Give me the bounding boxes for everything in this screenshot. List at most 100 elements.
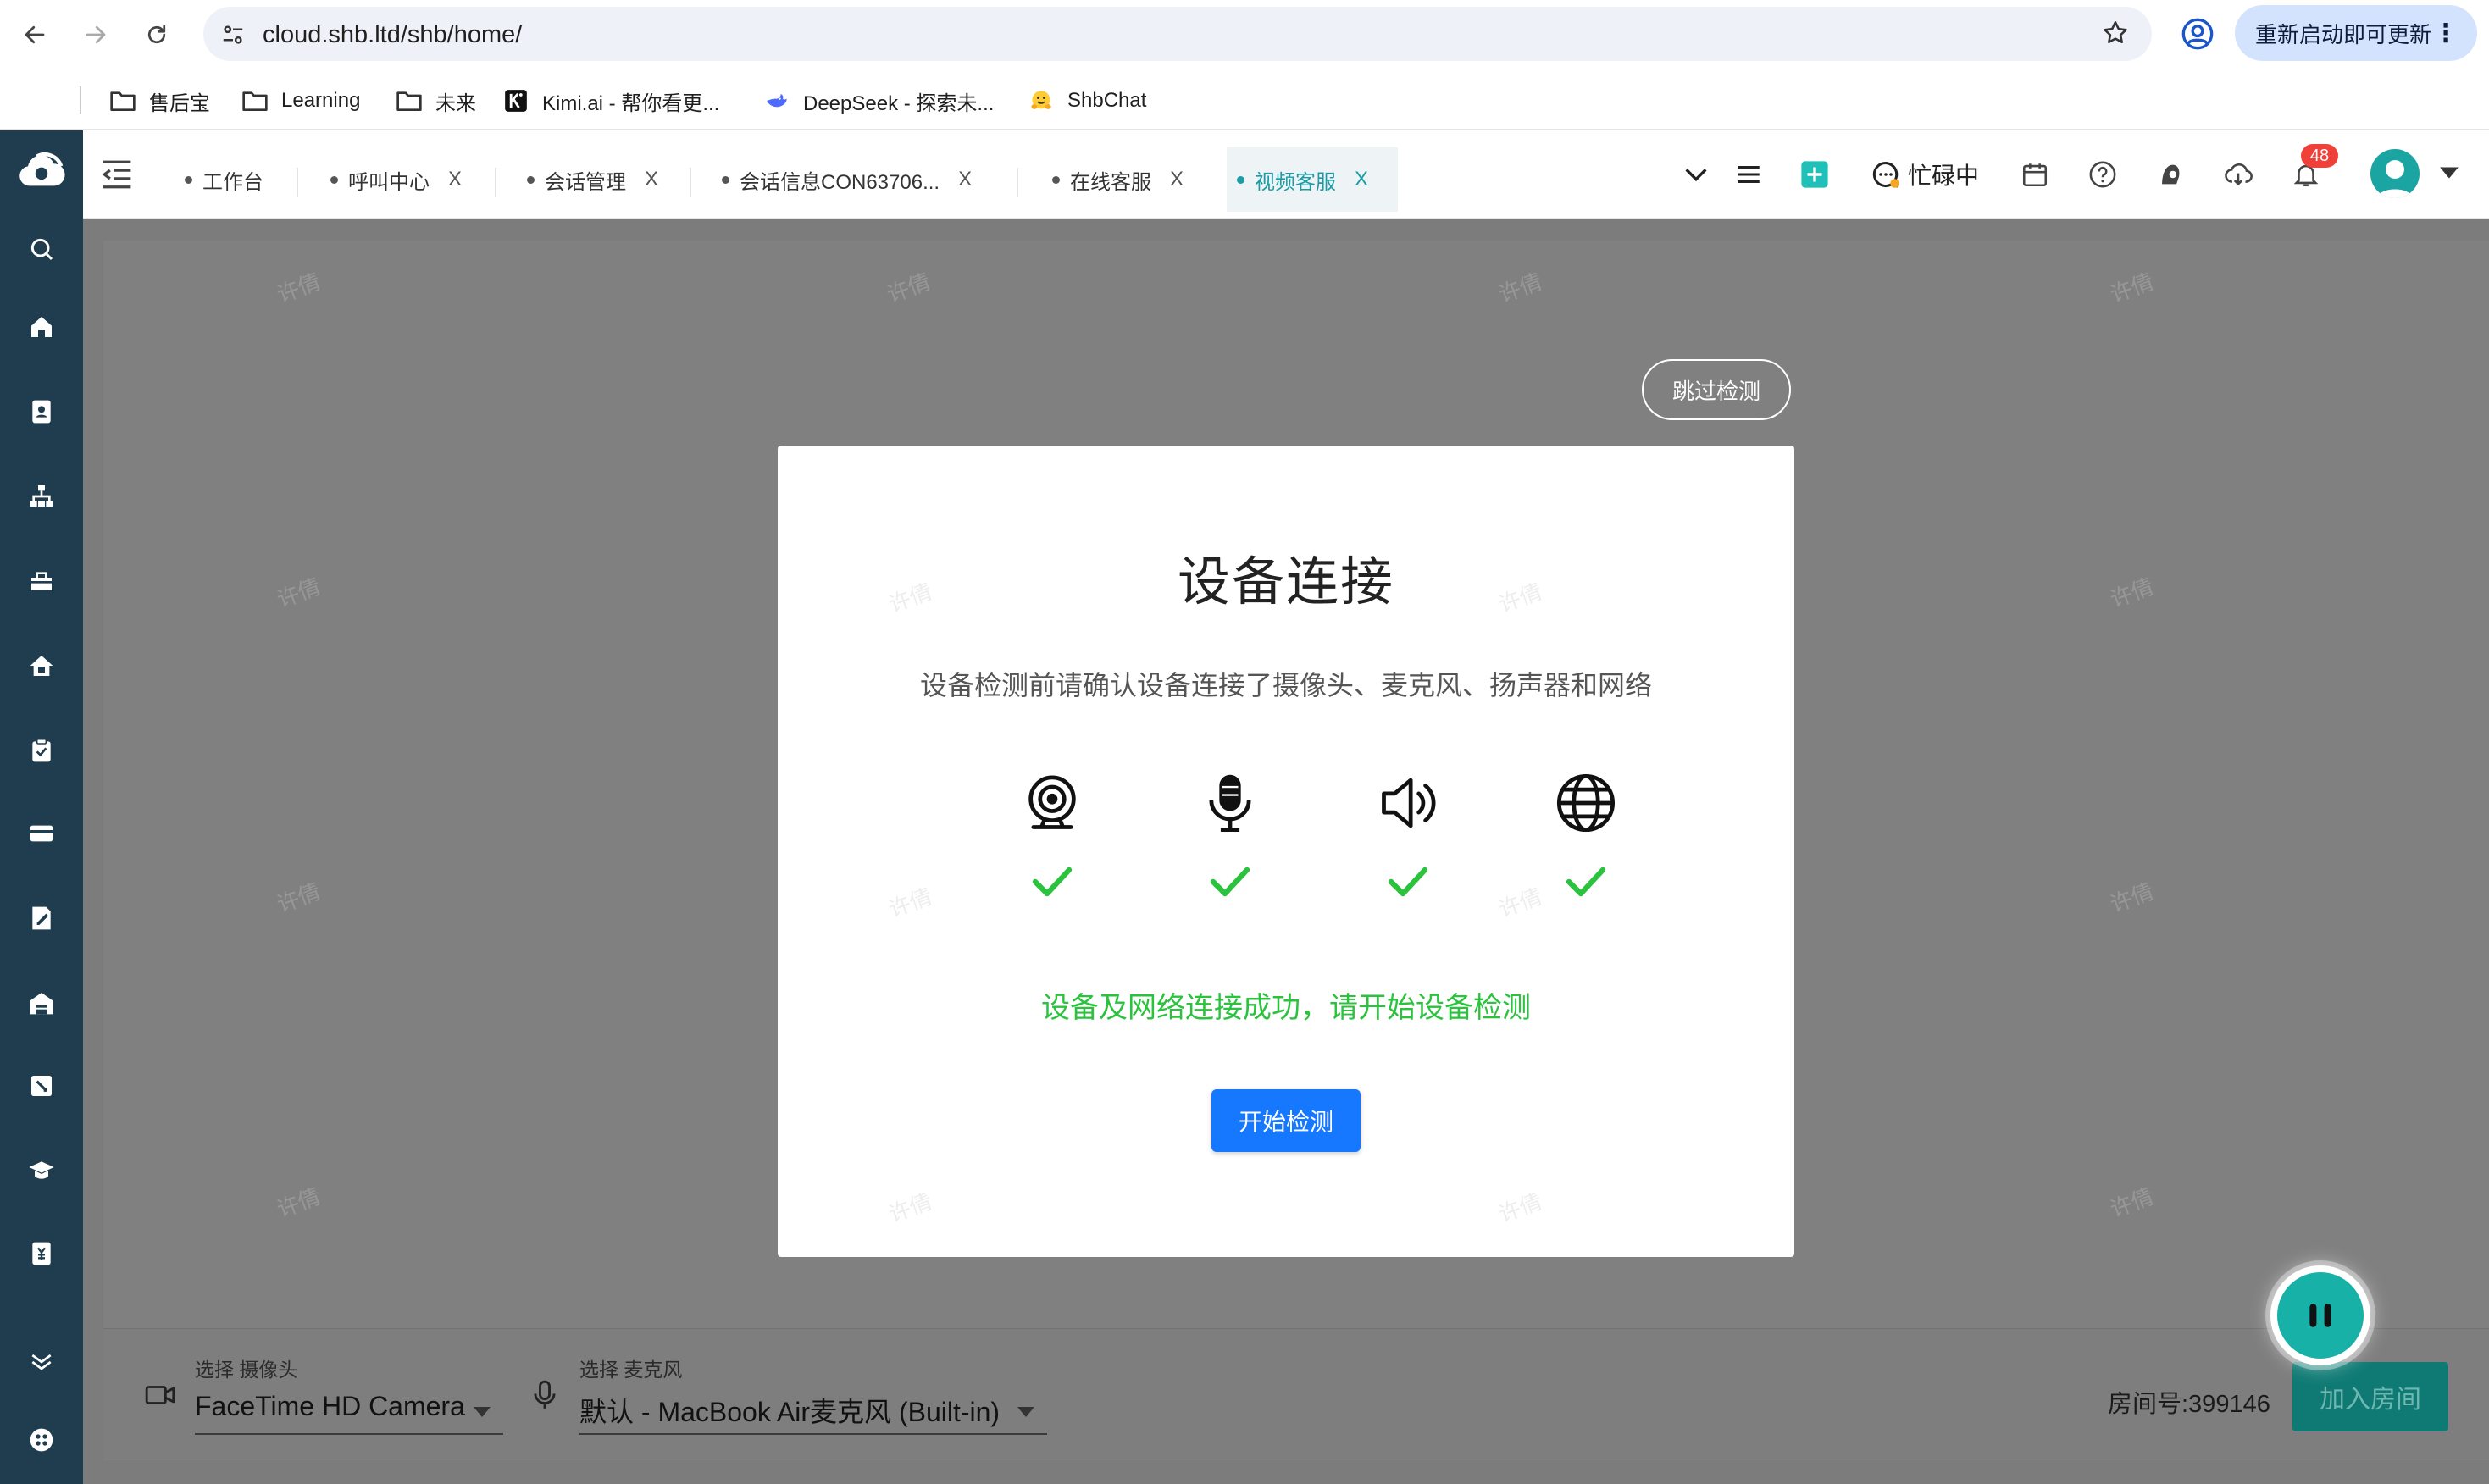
sidebar-item-toolbox[interactable] (25, 564, 58, 598)
camera-check (1027, 861, 1078, 903)
tab-dot (1237, 175, 1244, 184)
tab-dot (330, 175, 338, 184)
tab-dot (527, 175, 535, 184)
microphone-check (1205, 861, 1256, 903)
calendar-button[interactable] (2018, 158, 2052, 191)
profile-icon[interactable] (2181, 17, 2215, 51)
tab-online-service[interactable]: 在线客服 X (1042, 147, 1194, 212)
sidebar-item-billing[interactable] (25, 817, 58, 850)
search-icon (30, 238, 53, 261)
tab-close-icon[interactable]: X (645, 168, 658, 191)
help-button[interactable] (2086, 158, 2120, 191)
sidebar-item-apps[interactable] (25, 1423, 58, 1457)
folder-icon (396, 91, 422, 112)
contact-card-icon (32, 400, 51, 424)
sidebar-item-home[interactable] (25, 310, 58, 344)
tab-workbench[interactable]: 工作台 (175, 147, 274, 212)
join-room-button[interactable]: 加入房间 (2292, 1362, 2448, 1431)
reload-button[interactable] (139, 17, 175, 53)
collapse-menu-icon[interactable] (100, 159, 134, 190)
sidebar-expand-button[interactable] (25, 1345, 58, 1379)
sidebar-item-service[interactable] (25, 649, 58, 683)
caret-down-icon[interactable] (473, 1406, 491, 1418)
house-service-icon (30, 656, 53, 676)
sidebar-item-forms[interactable] (25, 901, 58, 935)
app-sidebar (0, 130, 83, 1484)
tab-separator (690, 168, 691, 197)
start-detection-button[interactable]: 开始检测 (1211, 1089, 1361, 1152)
user-avatar[interactable] (2370, 149, 2420, 198)
download-button[interactable] (2221, 158, 2255, 191)
sidebar-item-tasks[interactable] (25, 734, 58, 767)
double-chevron-down-icon (31, 1354, 52, 1370)
sidebar-item-search[interactable] (25, 232, 58, 266)
speaker-icon (1382, 778, 1436, 828)
sidebar-item-warehouse[interactable] (25, 986, 58, 1020)
bookmark-folder[interactable]: Learning (241, 86, 360, 115)
watermark: 许倩 (884, 1188, 936, 1227)
sidebar-item-tools[interactable] (25, 1069, 58, 1103)
microphone-status (1196, 769, 1264, 837)
back-button[interactable] (17, 17, 53, 53)
bookmark-label: Kimi.ai - 帮你看更... (542, 91, 720, 115)
camera-select-label: 选择 摄像头 (195, 1359, 298, 1381)
sidebar-item-training[interactable] (25, 1154, 58, 1188)
site-settings-icon[interactable] (220, 22, 246, 47)
mic-select-icon (527, 1377, 563, 1413)
microphone-icon (1209, 774, 1251, 833)
pause-icon (2309, 1304, 2331, 1327)
tab-label: 工作台 (202, 170, 263, 194)
tab-label: 会话管理 (545, 170, 626, 194)
bookmark-link[interactable]: DeepSeek - 探索未... (762, 86, 994, 115)
camera-status (1018, 769, 1086, 837)
tab-call-center[interactable]: 呼叫中心 X (320, 147, 472, 212)
microphone-select[interactable]: 默认 - MacBook Air麦克风 (Built-in) (579, 1391, 1000, 1430)
camera-icon (1028, 775, 1076, 829)
watermark: 许倩 (884, 883, 936, 922)
sidebar-item-finance[interactable] (25, 1237, 58, 1271)
sidebar-item-organization[interactable] (25, 479, 58, 513)
sidebar-item-contacts[interactable] (25, 395, 58, 429)
plus-square-icon (1801, 161, 1828, 188)
tab-close-icon[interactable]: X (448, 168, 462, 191)
home-icon (31, 317, 52, 337)
skip-detection-button[interactable]: 跳过检测 (1642, 359, 1791, 420)
folder-icon (242, 91, 268, 112)
bookmark-link[interactable]: Kimi.ai - 帮你看更... (502, 86, 719, 115)
address-bar[interactable]: cloud.shb.ltd/shb/home/ (203, 7, 2152, 61)
tab-session-info[interactable]: 会话信息CON63706... X (712, 147, 982, 212)
agent-status-dropdown[interactable]: 忙碌中 (1871, 158, 1979, 191)
edit-document-icon (32, 906, 51, 930)
bookmark-star-icon[interactable] (2101, 19, 2130, 47)
cloud-download-icon (2225, 163, 2253, 186)
app-logo[interactable] (17, 149, 66, 193)
caret-down-icon[interactable] (2438, 164, 2460, 181)
network-status (1552, 769, 1620, 837)
menu-button[interactable] (1732, 158, 1766, 191)
speaker-status (1374, 769, 1442, 837)
bookmark-folder[interactable]: 售后宝 (108, 86, 210, 115)
yen-document-icon (32, 1242, 51, 1265)
tab-video-service[interactable]: 视频客服 X (1227, 147, 1398, 212)
bookmark-label: ShbChat (1067, 89, 1147, 112)
tabs-dropdown-button[interactable] (1679, 158, 1713, 191)
bookmark-folder[interactable]: 未来 (395, 86, 476, 115)
relaunch-update-button[interactable]: 重新启动即可更新 ⋮ (2235, 5, 2477, 61)
tab-close-icon[interactable]: X (1170, 168, 1184, 191)
tab-close-icon[interactable]: X (958, 168, 972, 191)
chevron-down-icon (1685, 169, 1707, 182)
check-icon (1388, 867, 1428, 897)
quick-add-button[interactable] (1798, 158, 1832, 191)
camera-select[interactable]: FaceTime HD Camera (195, 1391, 465, 1422)
more-vertical-icon[interactable]: ⋮ (2433, 19, 2459, 48)
floating-assistant-button[interactable] (2270, 1265, 2370, 1365)
hugging-face-icon (1031, 91, 1051, 109)
check-icon (1210, 867, 1250, 897)
bookmark-link[interactable]: ShbChat (1027, 86, 1146, 115)
assistant-button[interactable] (2154, 158, 2187, 191)
forward-button[interactable] (78, 17, 114, 53)
caret-down-icon[interactable] (1017, 1406, 1035, 1418)
mic-select-underline (579, 1433, 1047, 1435)
tab-session-management[interactable]: 会话管理 X (517, 147, 668, 212)
tab-close-icon[interactable]: X (1355, 168, 1368, 191)
